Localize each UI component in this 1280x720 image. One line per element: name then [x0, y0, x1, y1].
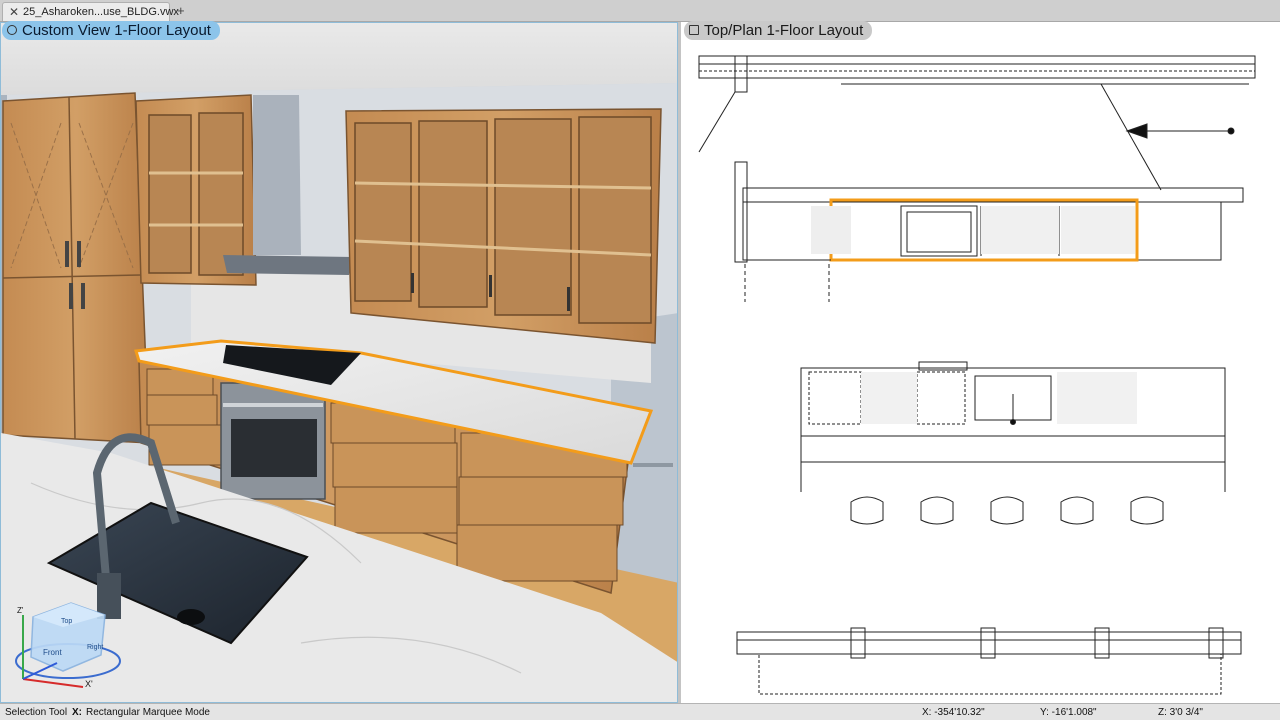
axis-z-label: Z': [17, 606, 24, 615]
viewport-label-left-text: Custom View 1-Floor Layout: [22, 22, 211, 39]
document-tab[interactable]: ✕ 25_Asharoken...use_BLDG.vwx: [2, 2, 179, 21]
status-y-coordinate: Y: -16'1.008": [1040, 707, 1097, 718]
view-cube-top: Top: [61, 618, 72, 625]
status-x-coordinate: X: -354'10.32": [922, 707, 985, 718]
status-bar: Selection Tool X: Rectangular Marquee Mo…: [0, 703, 1280, 720]
viewport-icon: [689, 25, 699, 35]
status-mode: Rectangular Marquee Mode: [86, 707, 210, 718]
status-tool: Selection Tool: [5, 707, 68, 718]
view-cube-right: Right: [87, 644, 103, 651]
status-z-coordinate: Z: 3'0 3/4": [1158, 707, 1203, 718]
floor-plan-drawing: [698, 55, 1256, 695]
viewport-label-left[interactable]: Custom View 1-Floor Layout: [2, 21, 220, 40]
viewport-icon: [7, 25, 17, 35]
axis-x-label: X': [85, 679, 93, 689]
viewport-plan[interactable]: [681, 22, 1280, 703]
view-cube-front: Front: [43, 648, 62, 657]
kitchen-3d-render: Top Front Right X' Z': [1, 23, 677, 702]
add-tab-button[interactable]: +: [177, 3, 185, 18]
viewport-3d[interactable]: Top Front Right X' Z': [0, 22, 678, 703]
viewport-label-right-text: Top/Plan 1-Floor Layout: [704, 22, 864, 39]
close-tab-icon[interactable]: ✕: [9, 5, 19, 19]
document-tab-bar: ✕ 25_Asharoken...use_BLDG.vwx +: [0, 0, 1280, 22]
document-tab-label: 25_Asharoken...use_BLDG.vwx: [23, 6, 179, 18]
viewport-label-right[interactable]: Top/Plan 1-Floor Layout: [684, 21, 873, 40]
status-mode-key: X:: [72, 707, 82, 718]
